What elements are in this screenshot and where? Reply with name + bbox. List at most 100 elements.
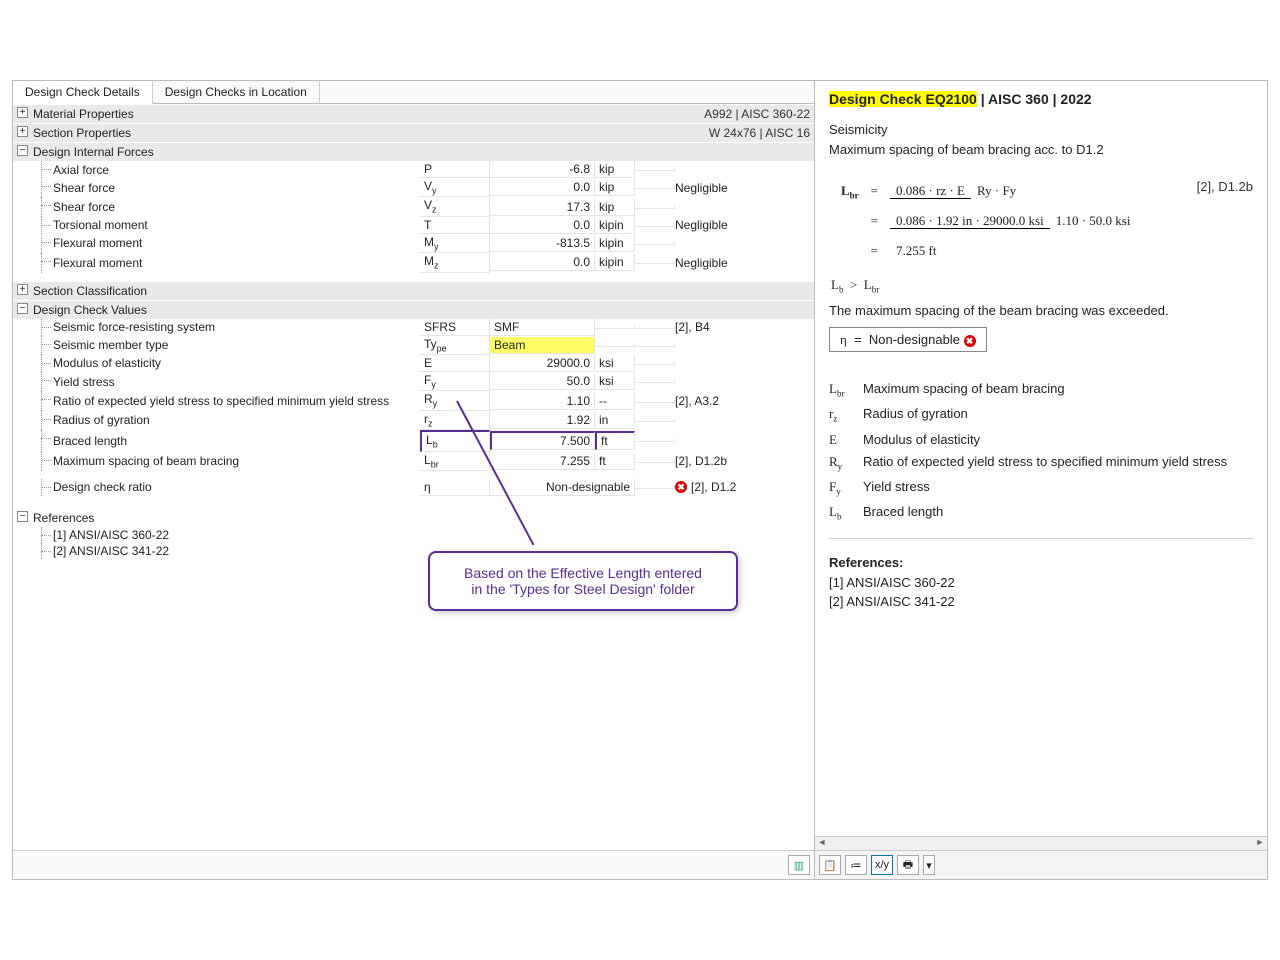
section-label: Design Check Values xyxy=(33,303,810,317)
tabs-bar: Design Check Details Design Checks in Lo… xyxy=(13,81,814,104)
row-design-check-ratio[interactable]: Design check ratio η Non-designable ✖[2]… xyxy=(13,479,814,496)
page-title: Design Check EQ2100 | AISC 360 | 2022 xyxy=(829,89,1253,110)
scroll-left-icon[interactable]: ◄ xyxy=(815,837,829,851)
table-row[interactable]: Shear force Vz 17.3 kip xyxy=(13,197,814,216)
tab-design-check-details[interactable]: Design Check Details xyxy=(13,81,153,104)
row-ref: Negligible xyxy=(675,218,810,232)
section-design-check-values[interactable]: − Design Check Values xyxy=(13,300,814,319)
print-icon[interactable]: 🖶 xyxy=(897,855,919,875)
row-blank xyxy=(635,362,675,365)
references-title: References: xyxy=(829,553,1253,573)
row-value: -813.5 xyxy=(490,235,595,252)
row-symbol: My xyxy=(420,234,490,253)
expand-icon[interactable]: + xyxy=(17,284,28,295)
expand-icon[interactable]: + xyxy=(17,107,28,118)
row-ref: Negligible xyxy=(675,256,810,270)
collapse-icon[interactable]: − xyxy=(17,511,28,522)
row-symbol: rz xyxy=(420,411,490,430)
row-unit: in xyxy=(595,412,635,429)
row-label: Axial force xyxy=(53,163,420,177)
collapse-icon[interactable]: − xyxy=(17,303,28,314)
row-label: Maximum spacing of beam bracing xyxy=(53,454,420,468)
table-row[interactable]: Braced length Lb 7.500 ft xyxy=(13,430,814,451)
error-icon: ✖ xyxy=(964,335,976,347)
row-blank xyxy=(635,242,675,245)
row-unit: ksi xyxy=(595,355,635,372)
table-row[interactable]: Seismic member type Type Beam xyxy=(13,336,814,355)
row-symbol: E xyxy=(420,355,490,372)
export-icon[interactable]: ▥ xyxy=(788,855,810,875)
legend-symbol: Lbr xyxy=(829,379,853,401)
row-symbol: Lbr xyxy=(420,452,490,471)
row-symbol: T xyxy=(420,217,490,234)
scroll-right-icon[interactable]: ► xyxy=(1253,837,1267,851)
legend-desc: Braced length xyxy=(863,502,943,524)
row-label: Braced length xyxy=(53,434,420,448)
row-symbol: Vz xyxy=(420,197,490,216)
row-unit xyxy=(595,344,635,347)
row-symbol: Vy xyxy=(420,178,490,197)
table-row[interactable]: Radius of gyration rz 1.92 in xyxy=(13,411,814,430)
section-material-properties[interactable]: + Material Properties A992 | AISC 360-22 xyxy=(13,104,814,123)
section-references[interactable]: − References xyxy=(13,508,814,527)
table-row[interactable]: Flexural moment Mz 0.0 kipin Negligible xyxy=(13,253,814,272)
table-row[interactable]: Shear force Vy 0.0 kip Negligible xyxy=(13,178,814,197)
row-ref: [2], A3.2 xyxy=(675,394,810,408)
tab-design-checks-in-location[interactable]: Design Checks in Location xyxy=(153,81,320,103)
row-unit: kip xyxy=(595,161,635,178)
row-unit: ft xyxy=(595,431,635,450)
table-row[interactable]: Torsional moment T 0.0 kipin Negligible xyxy=(13,217,814,234)
row-value: -6.8 xyxy=(490,161,595,178)
left-footer: ▥ xyxy=(13,850,814,879)
dropdown-icon[interactable]: ▾ xyxy=(923,855,935,875)
tree: + Material Properties A992 | AISC 360-22… xyxy=(13,104,814,850)
row-value: 50.0 xyxy=(490,373,595,390)
subtitle: Maximum spacing of beam bracing acc. to … xyxy=(829,140,1253,160)
legend-desc: Radius of gyration xyxy=(863,404,968,426)
row-value: 29000.0 xyxy=(490,355,595,372)
section-meta: W 24x76 | AISC 16 xyxy=(709,126,810,140)
section-section-classification[interactable]: + Section Classification xyxy=(13,281,814,300)
row-unit: kipin xyxy=(595,235,635,252)
title-highlight: Design Check EQ2100 xyxy=(829,91,977,107)
section-label: Design Internal Forces xyxy=(33,145,810,159)
toolbar-button[interactable]: x/y xyxy=(871,855,893,875)
table-row[interactable]: Flexural moment My -813.5 kipin xyxy=(13,234,814,253)
legend-row: Fy Yield stress xyxy=(829,477,1253,499)
row-unit: kip xyxy=(595,199,635,216)
legend-row: Lb Braced length xyxy=(829,502,1253,524)
table-row[interactable]: Axial force P -6.8 kip xyxy=(13,161,814,178)
row-value: 17.3 xyxy=(490,199,595,216)
collapse-icon[interactable]: − xyxy=(17,145,28,156)
comparison: Lb > Lbr xyxy=(831,275,1253,297)
row-symbol: Type xyxy=(420,336,490,355)
section-label: Section Classification xyxy=(33,284,810,298)
legend-symbol: Ry xyxy=(829,452,853,474)
section-design-internal-forces[interactable]: − Design Internal Forces xyxy=(13,142,814,161)
row-unit xyxy=(635,486,675,489)
row-blank xyxy=(635,419,675,422)
row-unit: ft xyxy=(595,453,635,470)
table-row[interactable]: Modulus of elasticity E 29000.0 ksi xyxy=(13,355,814,372)
row-ref: ✖[2], D1.2 xyxy=(675,480,810,494)
toolbar-button[interactable]: ≔ xyxy=(845,855,867,875)
toolbar-button[interactable]: 📋 xyxy=(819,855,841,875)
row-label: Radius of gyration xyxy=(53,413,420,427)
callout-text: in the 'Types for Steel Design' folder xyxy=(446,581,720,597)
expand-icon[interactable]: + xyxy=(17,126,28,137)
table-row[interactable]: Seismic force-resisting system SFRS SMF … xyxy=(13,319,814,336)
divider xyxy=(829,538,1253,539)
horizontal-scrollbar[interactable]: ◄ ► xyxy=(815,836,1267,850)
table-row[interactable]: Yield stress Fy 50.0 ksi xyxy=(13,372,814,391)
reference-item: [2] ANSI/AISC 341-22 xyxy=(829,592,1253,612)
section-label: References xyxy=(33,511,810,525)
row-value: 0.0 xyxy=(490,217,595,234)
legend-desc: Maximum spacing of beam bracing xyxy=(863,379,1065,401)
legend-row: rz Radius of gyration xyxy=(829,404,1253,426)
row-blank xyxy=(635,326,675,329)
row-blank xyxy=(635,344,675,347)
table-row[interactable]: Ratio of expected yield stress to specif… xyxy=(13,391,814,410)
section-section-properties[interactable]: + Section Properties W 24x76 | AISC 16 xyxy=(13,123,814,142)
row-blank xyxy=(635,224,675,227)
table-row[interactable]: Maximum spacing of beam bracing Lbr 7.25… xyxy=(13,452,814,471)
